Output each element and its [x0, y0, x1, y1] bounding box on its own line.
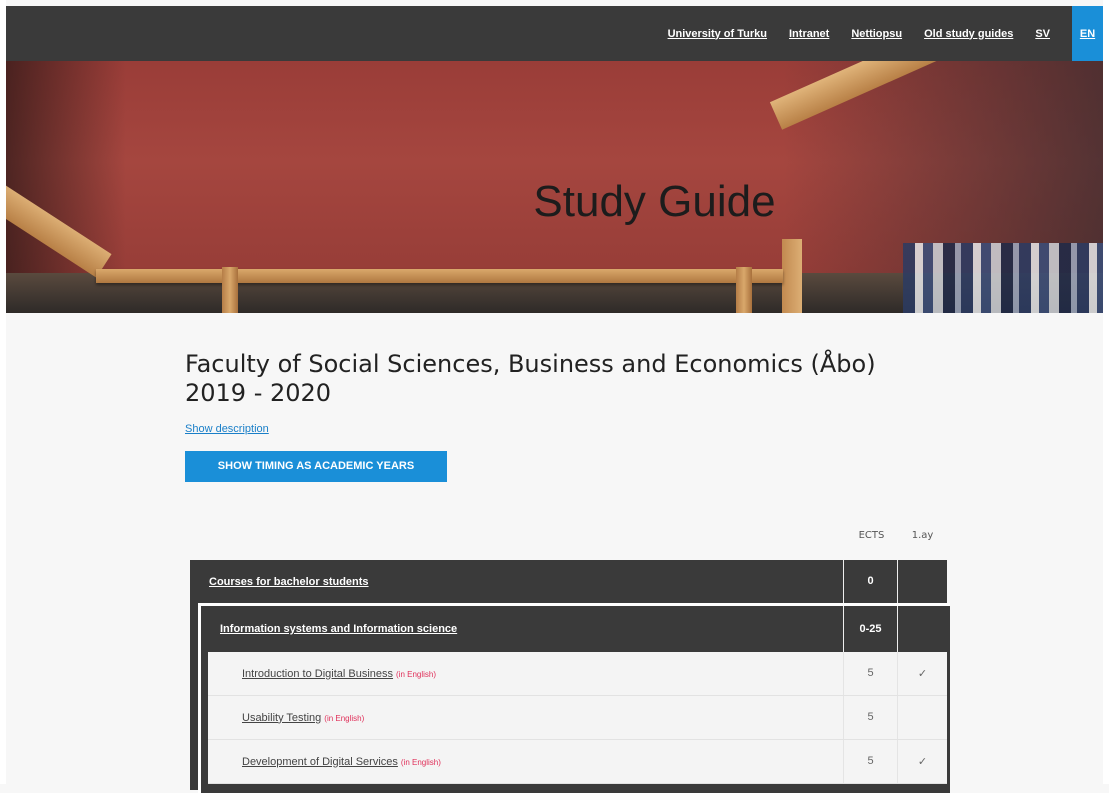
bookshelf-shelf [96, 269, 783, 283]
check-icon: ✓ [897, 652, 947, 695]
left-edge [0, 0, 6, 784]
column-header-ects: ECTS [858, 530, 885, 541]
subgroup-ects: 0-25 [843, 606, 897, 652]
group-ay [897, 560, 947, 603]
subgroup-link[interactable]: Information systems and Information scie… [220, 623, 457, 635]
course-ay [897, 696, 947, 739]
course-link[interactable]: Development of Digital Services [242, 756, 398, 768]
subgroup-container: Information systems and Information scie… [198, 603, 950, 793]
main-content: Faculty of Social Sciences, Business and… [185, 350, 965, 482]
language-tag: (in English) [324, 713, 365, 723]
table-column-headers: ECTS 1.ay [845, 530, 947, 541]
subgroup-ay [897, 606, 947, 652]
table-row: Usability Testing (in English) 5 [208, 696, 947, 740]
course-link[interactable]: Usability Testing [242, 712, 321, 724]
lang-sv-link[interactable]: SV [1035, 28, 1050, 40]
study-plan-table: Courses for bachelor students 0 Informat… [190, 560, 950, 793]
page-title: Faculty of Social Sciences, Business and… [185, 350, 965, 408]
course-ects: 5 [843, 740, 897, 783]
table-row: Development of Digital Services (in Engli… [208, 740, 947, 784]
column-header-ay: 1.ay [911, 530, 934, 541]
check-icon: ✓ [897, 740, 947, 783]
table-row-group: Courses for bachelor students 0 [190, 560, 947, 603]
language-tag: (in English) [396, 669, 437, 679]
books-image [903, 243, 1103, 313]
show-description-link[interactable]: Show description [185, 423, 269, 435]
language-tag: (in English) [400, 757, 441, 767]
table-row: Introduction to Digital Business (in Engl… [208, 652, 947, 696]
nav-link-nettiopsu[interactable]: Nettiopsu [851, 28, 902, 40]
course-ects: 5 [843, 652, 897, 695]
lang-en-link[interactable]: EN [1072, 6, 1103, 61]
group-ects: 0 [843, 560, 897, 603]
group-link[interactable]: Courses for bachelor students [209, 576, 369, 588]
nav-link-intranet[interactable]: Intranet [789, 28, 829, 40]
faculty-name: Faculty of Social Sciences, Business and… [185, 350, 876, 378]
top-navigation-bar: University of Turku Intranet Nettiopsu O… [6, 6, 1103, 61]
course-ects: 5 [843, 696, 897, 739]
hero-title: Study Guide [533, 177, 776, 226]
hero-banner: Study Guide [6, 61, 1103, 313]
right-edge [1103, 0, 1109, 784]
show-timing-button[interactable]: SHOW TIMING AS ACADEMIC YEARS [185, 451, 447, 482]
nav-link-old-study-guides[interactable]: Old study guides [924, 28, 1013, 40]
academic-year: 2019 - 2020 [185, 379, 332, 407]
course-link[interactable]: Introduction to Digital Business [242, 668, 393, 680]
nav-link-university[interactable]: University of Turku [668, 28, 767, 40]
table-row-subgroup: Information systems and Information scie… [201, 606, 947, 652]
